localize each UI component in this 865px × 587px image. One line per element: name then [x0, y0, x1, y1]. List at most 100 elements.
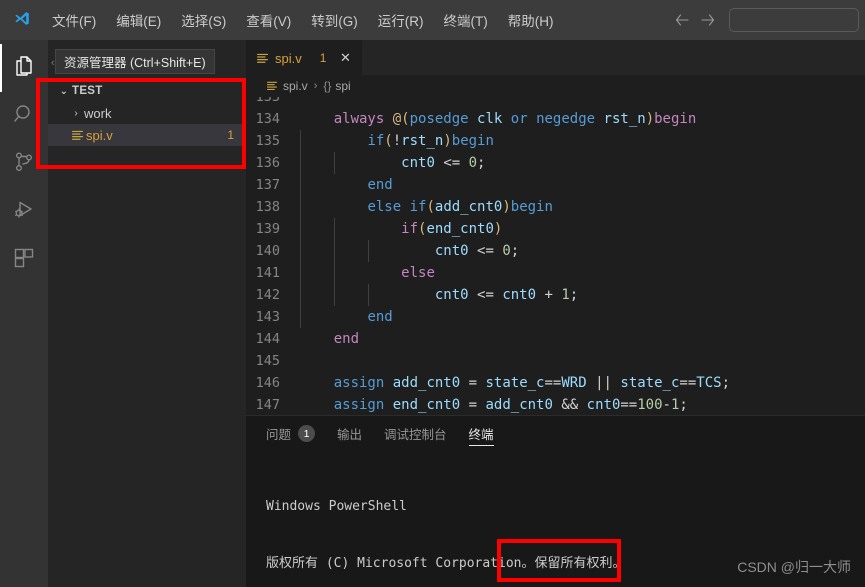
code-line: 143 end	[246, 306, 865, 328]
code-token: rst_n	[401, 133, 444, 149]
line-number: 134	[255, 111, 280, 127]
menu-item-view[interactable]: 查看(V)	[236, 7, 301, 33]
line-number: 142	[255, 287, 280, 303]
code-token: =	[468, 375, 478, 391]
code-token: end_cnt0	[392, 397, 461, 413]
code-editor[interactable]: 133 134 always @(posedge clk or negedge r…	[246, 97, 865, 415]
file-tree: ⌄ TEST › work spi.v 1	[48, 80, 246, 146]
code-token: TCS	[696, 375, 722, 391]
tree-item-spi-v[interactable]: spi.v 1	[48, 124, 246, 146]
activity-bar-item-source-control[interactable]	[0, 140, 48, 188]
panel-tab-0[interactable]: 问题 1	[266, 416, 316, 451]
code-line: 146 assign add_cnt0 = state_c==WRD || st…	[246, 372, 865, 394]
code-line: 140 cnt0 <= 0;	[246, 240, 865, 262]
vscode-window: 文件(F) 编辑(E) 选择(S) 查看(V) 转到(G) 运行(R) 终端(T…	[0, 0, 865, 587]
code-text: end	[300, 306, 393, 328]
menu-item-help[interactable]: 帮助(H)	[498, 7, 564, 33]
indent-guide	[333, 240, 335, 262]
activity-bar-item-explorer[interactable]	[0, 44, 48, 92]
watermark: CSDN @归一大师	[737, 559, 851, 575]
activity-bar	[0, 40, 48, 587]
code-line: 147 assign end_cnt0 = add_cnt0 && cnt0==…	[246, 394, 865, 415]
run-and-debug-icon	[12, 198, 36, 227]
code-token: ||	[595, 375, 612, 391]
indent-guide	[367, 240, 369, 262]
code-text: always @(posedge clk or negedge rst_n)be…	[300, 108, 697, 130]
menu-item-file[interactable]: 文件(F)	[42, 7, 106, 33]
verilog-file-icon	[256, 52, 269, 65]
line-number: 138	[255, 199, 280, 215]
code-token: cnt0	[586, 397, 621, 413]
panel-tab-2[interactable]: 调试控制台	[384, 416, 447, 451]
activity-bar-item-extensions[interactable]	[0, 236, 48, 284]
line-number: 143	[255, 309, 280, 325]
code-line: 145	[246, 350, 865, 372]
verilog-file-icon	[266, 80, 278, 92]
code-token: state_c	[620, 375, 680, 391]
menu-item-run[interactable]: 运行(R)	[368, 7, 434, 33]
breadcrumb-symbol[interactable]: {} spi	[323, 79, 350, 93]
menu-item-selection[interactable]: 选择(S)	[171, 7, 236, 33]
command-center-input[interactable]	[729, 8, 859, 32]
activity-bar-item-search[interactable]	[0, 92, 48, 140]
code-token: add_cnt0	[434, 199, 503, 215]
indent-guide	[300, 262, 301, 284]
menu-item-edit[interactable]: 编辑(E)	[106, 7, 171, 33]
code-token: )	[443, 133, 452, 149]
breadcrumb-file[interactable]: spi.v	[266, 79, 308, 93]
indent-guide	[333, 262, 335, 284]
code-text: cnt0 <= cnt0 + 1;	[300, 284, 578, 306]
code-token: end	[367, 177, 393, 193]
panel-tab-3[interactable]: 终端	[468, 416, 494, 451]
code-token: end_cnt0	[426, 221, 494, 237]
arrow-right-icon[interactable]	[695, 7, 721, 33]
code-line: 137 end	[246, 174, 865, 196]
tooltip-pointer-icon: ‹	[51, 57, 55, 69]
code-token: always	[333, 111, 385, 127]
code-token: =	[468, 397, 478, 413]
editor-tab-spi-v[interactable]: spi.v 1 ✕	[246, 40, 364, 75]
menu-item-go[interactable]: 转到(G)	[301, 7, 368, 33]
close-icon[interactable]: ✕	[336, 49, 354, 67]
code-token: cnt0	[434, 287, 469, 303]
code-token: cnt0	[401, 155, 435, 171]
code-line: 144 end	[246, 328, 865, 350]
tree-item-work[interactable]: › work	[48, 102, 246, 124]
code-line: 136 cnt0 <= 0;	[246, 152, 865, 174]
line-number: 136	[255, 155, 280, 171]
code-token: 1	[561, 287, 570, 303]
menu-bar: 文件(F) 编辑(E) 选择(S) 查看(V) 转到(G) 运行(R) 终端(T…	[42, 0, 564, 40]
panel-tab-1[interactable]: 输出	[337, 416, 362, 451]
symbol-module-icon: {}	[323, 79, 332, 93]
vscode-logo-icon	[0, 0, 42, 40]
code-token: WRD	[561, 375, 587, 391]
indent-guide	[300, 240, 301, 262]
code-token: (	[426, 199, 435, 215]
line-number: 146	[255, 375, 280, 391]
code-token: clk	[477, 111, 503, 127]
line-number: 133	[255, 97, 280, 105]
code-line: 135 if(!rst_n)begin	[246, 130, 865, 152]
indent-guide	[333, 284, 335, 306]
tree-root-test[interactable]: ⌄ TEST	[48, 80, 246, 102]
arrow-left-icon[interactable]	[669, 7, 695, 33]
code-line: 133	[246, 97, 865, 108]
editor-tab-bar: spi.v 1 ✕	[246, 40, 865, 75]
line-number: 139	[255, 221, 280, 237]
activity-bar-item-run-and-debug[interactable]	[0, 188, 48, 236]
menu-item-terminal[interactable]: 终端(T)	[434, 7, 498, 33]
code-token: !	[392, 133, 402, 149]
